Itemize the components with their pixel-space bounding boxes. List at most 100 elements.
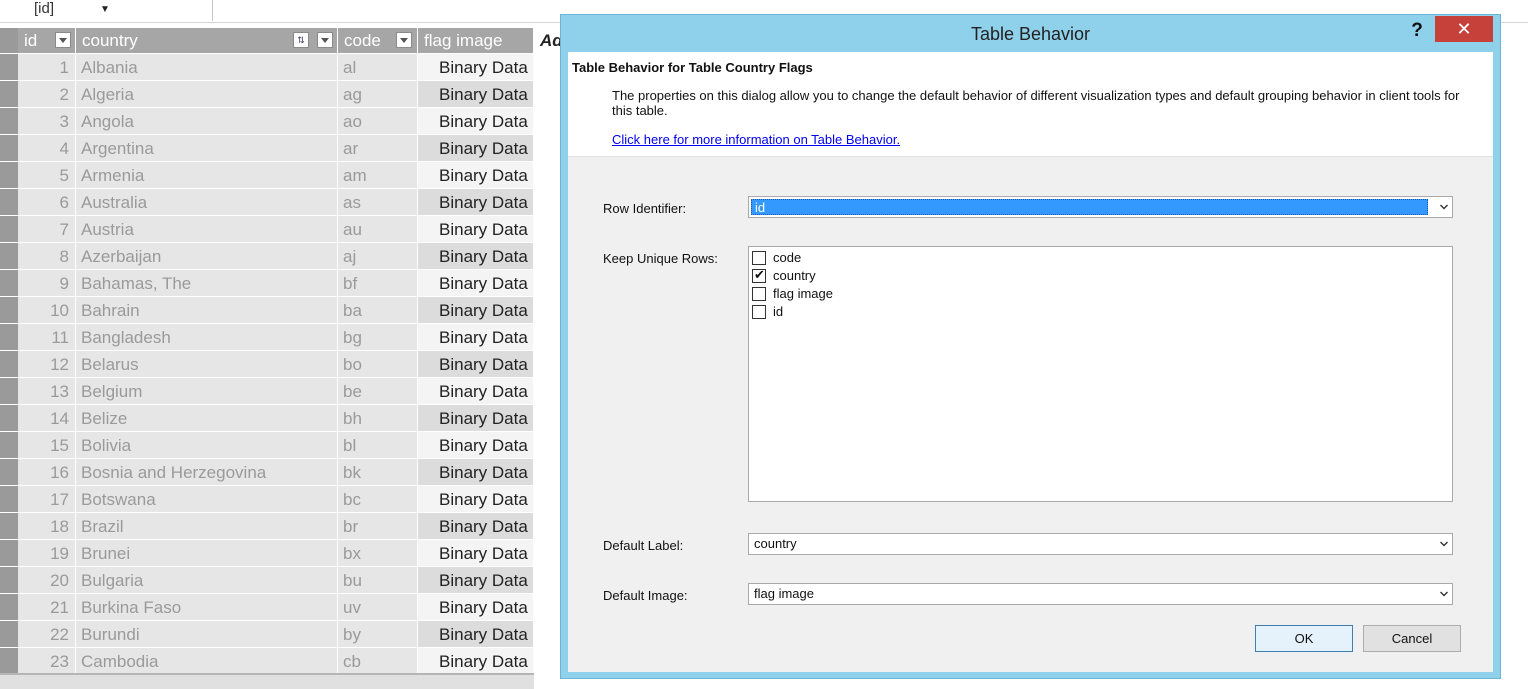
cell-code[interactable]: by [338,621,418,648]
cell-id[interactable]: 19 [18,540,76,567]
cell-flag-image[interactable]: Binary Data [418,351,534,378]
cell-country[interactable]: Austria [76,216,338,243]
row-selector[interactable] [0,108,18,135]
cell-code[interactable]: ar [338,135,418,162]
cell-id[interactable]: 1 [18,54,76,81]
help-icon[interactable]: ? [1407,19,1427,43]
cell-country[interactable]: Cambodia [76,648,338,675]
cell-code[interactable]: al [338,54,418,81]
cell-code[interactable]: bc [338,486,418,513]
cell-id[interactable]: 22 [18,621,76,648]
cell-country[interactable]: Bahrain [76,297,338,324]
cell-flag-image[interactable]: Binary Data [418,540,534,567]
row-selector[interactable] [0,162,18,189]
row-selector[interactable] [0,432,18,459]
close-button[interactable]: ✕ [1435,16,1493,42]
row-selector[interactable] [0,54,18,81]
row-selector[interactable] [0,459,18,486]
cell-flag-image[interactable]: Binary Data [418,135,534,162]
cell-country[interactable]: Belize [76,405,338,432]
cell-id[interactable]: 21 [18,594,76,621]
cell-id[interactable]: 23 [18,648,76,675]
cell-country[interactable]: Brunei [76,540,338,567]
dialog-titlebar[interactable]: Table Behavior ? ✕ [561,15,1500,51]
cell-id[interactable]: 12 [18,351,76,378]
column-header-code[interactable]: code [338,28,418,53]
cell-flag-image[interactable]: Binary Data [418,108,534,135]
cell-flag-image[interactable]: Binary Data [418,378,534,405]
cell-id[interactable]: 5 [18,162,76,189]
row-selector[interactable] [0,567,18,594]
row-selector[interactable] [0,216,18,243]
add-column-header[interactable]: Ad [534,28,563,53]
cell-country[interactable]: Bolivia [76,432,338,459]
row-selector[interactable] [0,135,18,162]
row-selector[interactable] [0,297,18,324]
cell-flag-image[interactable]: Binary Data [418,459,534,486]
cell-flag-image[interactable]: Binary Data [418,648,534,675]
cell-id[interactable]: 13 [18,378,76,405]
cell-id[interactable]: 10 [18,297,76,324]
cell-code[interactable]: au [338,216,418,243]
keep-unique-rows-list[interactable]: code ✔ country flag image id [748,246,1453,502]
row-selector[interactable] [0,189,18,216]
row-selector[interactable] [0,351,18,378]
default-label-select[interactable]: country [748,533,1453,555]
filter-dropdown-icon[interactable] [396,32,412,48]
cell-code[interactable]: am [338,162,418,189]
checkbox[interactable]: ✔ [752,268,766,283]
cell-code[interactable]: be [338,378,418,405]
cell-code[interactable]: aj [338,243,418,270]
cell-id[interactable]: 18 [18,513,76,540]
cell-flag-image[interactable]: Binary Data [418,432,534,459]
cell-country[interactable]: Bahamas, The [76,270,338,297]
cell-flag-image[interactable]: Binary Data [418,513,534,540]
cell-code[interactable]: ba [338,297,418,324]
row-selector[interactable] [0,81,18,108]
cell-country[interactable]: Bosnia and Herzegovina [76,459,338,486]
checkbox[interactable] [752,287,766,301]
cell-flag-image[interactable]: Binary Data [418,270,534,297]
cell-id[interactable]: 7 [18,216,76,243]
filter-dropdown-icon[interactable] [55,32,71,48]
cell-country[interactable]: Belgium [76,378,338,405]
cell-code[interactable]: br [338,513,418,540]
cell-country[interactable]: Burkina Faso [76,594,338,621]
cancel-button[interactable]: Cancel [1363,625,1461,652]
row-selector[interactable] [0,513,18,540]
cell-country[interactable]: Azerbaijan [76,243,338,270]
cell-code[interactable]: as [338,189,418,216]
cell-code[interactable]: bo [338,351,418,378]
column-header-country[interactable]: country ⇅ [76,28,338,53]
cell-code[interactable]: bk [338,459,418,486]
cell-id[interactable]: 3 [18,108,76,135]
cell-code[interactable]: bh [338,405,418,432]
cell-code[interactable]: ao [338,108,418,135]
row-selector[interactable] [0,540,18,567]
row-selector[interactable] [0,621,18,648]
cell-country[interactable]: Argentina [76,135,338,162]
cell-country[interactable]: Burundi [76,621,338,648]
cell-country[interactable]: Botswana [76,486,338,513]
name-box[interactable]: [id] ▼ [0,0,213,21]
cell-flag-image[interactable]: Binary Data [418,297,534,324]
column-header-id[interactable]: id [18,28,76,53]
row-identifier-select[interactable]: id [748,196,1453,218]
cell-country[interactable]: Albania [76,54,338,81]
cell-flag-image[interactable]: Binary Data [418,243,534,270]
cell-id[interactable]: 20 [18,567,76,594]
cell-code[interactable]: bf [338,270,418,297]
row-selector[interactable] [0,486,18,513]
cell-id[interactable]: 2 [18,81,76,108]
cell-code[interactable]: uv [338,594,418,621]
cell-flag-image[interactable]: Binary Data [418,594,534,621]
row-selector[interactable] [0,243,18,270]
checkbox[interactable] [752,251,766,265]
row-selector[interactable] [0,270,18,297]
cell-flag-image[interactable]: Binary Data [418,189,534,216]
cell-id[interactable]: 9 [18,270,76,297]
cell-id[interactable]: 8 [18,243,76,270]
cell-country[interactable]: Belarus [76,351,338,378]
row-selector[interactable] [0,648,18,675]
cell-id[interactable]: 6 [18,189,76,216]
